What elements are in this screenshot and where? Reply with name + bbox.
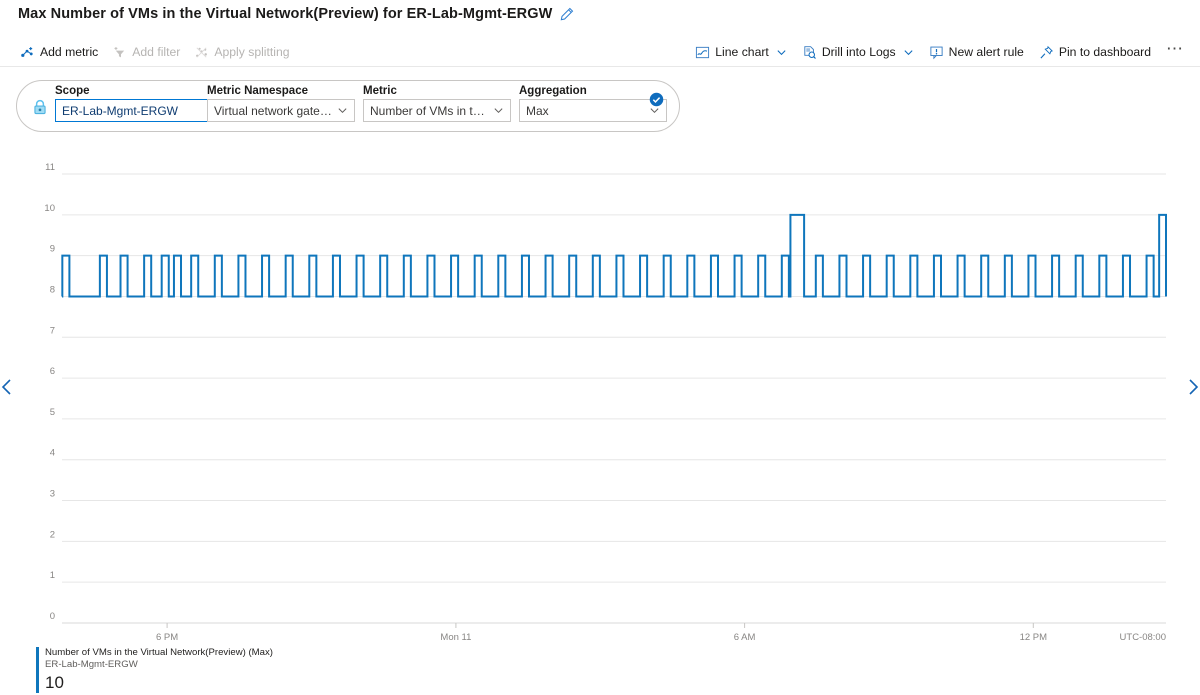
lock-icon <box>31 98 49 116</box>
pin-to-dashboard-label: Pin to dashboard <box>1059 45 1151 59</box>
line-chart-button[interactable]: Line chart <box>695 40 787 64</box>
x-axis-tick-label: 6 PM <box>156 632 178 643</box>
y-axis-tick-label: 8 <box>50 284 55 295</box>
y-axis-tick-label: 2 <box>50 529 55 540</box>
y-axis-tick-label: 0 <box>50 611 55 622</box>
line-chart-icon <box>695 45 710 60</box>
y-axis-tick-label: 10 <box>44 203 55 214</box>
scope-field: Scope ER-Lab-Mgmt-ERGW <box>55 85 211 122</box>
timezone-label: UTC-08:00 <box>1120 632 1166 643</box>
pin-to-dashboard-button[interactable]: Pin to dashboard <box>1039 40 1151 64</box>
pencil-icon[interactable] <box>559 7 574 22</box>
apply-splitting-label: Apply splitting <box>214 45 289 59</box>
chevron-down-icon <box>776 47 787 58</box>
aggregation-label: Aggregation <box>519 85 667 97</box>
metrics-chart[interactable]: 0 1 2 3 4 5 6 7 8 9 10 11 6 PM Mon 11 6 AM 12 PM UTC-08:… <box>0 150 1200 650</box>
y-axis-tick-label: 5 <box>50 407 55 418</box>
metric-select[interactable]: Number of VMs in the ... <box>363 99 511 122</box>
drill-into-logs-icon <box>802 45 817 60</box>
add-filter-button[interactable]: Add filter <box>112 40 180 64</box>
y-axis-tick-label: 11 <box>45 162 55 173</box>
chart-toolbar: Add metric Add filter Apply sp <box>0 38 1200 67</box>
new-alert-rule-button[interactable]: New alert rule <box>929 40 1024 64</box>
apply-splitting-icon <box>194 45 209 60</box>
add-filter-label: Add filter <box>132 45 180 59</box>
y-axis-tick-label: 3 <box>50 489 55 500</box>
line-chart-label: Line chart <box>715 45 769 59</box>
more-options-button[interactable]: ⋯ <box>1166 44 1184 60</box>
toolbar-right-group: Line chart Drill into Logs <box>695 40 1200 64</box>
add-filter-icon <box>112 45 127 60</box>
x-axis-tick-label: Mon 11 <box>440 632 471 643</box>
metric-namespace-field: Metric Namespace Virtual network gatewa.… <box>207 85 355 122</box>
drill-into-logs-label: Drill into Logs <box>822 45 896 59</box>
metric-value: Number of VMs in the ... <box>370 104 489 118</box>
metric-label: Metric <box>363 85 511 97</box>
new-alert-rule-label: New alert rule <box>949 45 1024 59</box>
chevron-down-icon <box>493 105 504 116</box>
y-axis-tick-label: 1 <box>50 570 55 581</box>
confirm-check-icon[interactable] <box>649 92 664 107</box>
chart-plot-area[interactable]: 0 1 2 3 4 5 6 7 8 9 10 11 6 PM Mon 11 6 AM 12 PM UTC-08:… <box>0 150 1200 650</box>
aggregation-select[interactable]: Max <box>519 99 667 122</box>
toolbar-left-group: Add metric Add filter Apply sp <box>0 40 290 64</box>
legend-current-value: 10 <box>45 672 273 693</box>
metric-namespace-value: Virtual network gatewa... <box>214 104 333 118</box>
chevron-down-icon <box>903 47 914 58</box>
aggregation-field: Aggregation Max <box>519 85 667 122</box>
new-alert-rule-icon <box>929 45 944 60</box>
legend-resource-name: ER-Lab-Mgmt-ERGW <box>45 659 273 671</box>
add-metric-label: Add metric <box>40 45 98 59</box>
pin-icon <box>1039 45 1054 60</box>
drill-into-logs-button[interactable]: Drill into Logs <box>802 40 914 64</box>
legend-series-name: Number of VMs in the Virtual Network(Pre… <box>45 647 273 659</box>
metric-namespace-select[interactable]: Virtual network gatewa... <box>207 99 355 122</box>
y-axis-tick-label: 7 <box>50 325 55 336</box>
chevron-down-icon <box>337 105 348 116</box>
add-metric-icon <box>20 45 35 60</box>
y-axis-tick-label: 6 <box>50 366 55 377</box>
y-axis-tick-label: 9 <box>50 244 55 255</box>
metric-field: Metric Number of VMs in the ... <box>363 85 511 122</box>
legend-text: Number of VMs in the Virtual Network(Pre… <box>45 647 273 693</box>
metric-selector-pill: Scope ER-Lab-Mgmt-ERGW Metric Namespace … <box>16 80 680 132</box>
aggregation-value: Max <box>526 104 645 118</box>
page-title-row: Max Number of VMs in the Virtual Network… <box>18 6 574 22</box>
x-axis-tick-label: 12 PM <box>1020 632 1048 643</box>
chart-legend[interactable]: Number of VMs in the Virtual Network(Pre… <box>36 647 273 693</box>
add-metric-button[interactable]: Add metric <box>20 40 98 64</box>
metrics-page: Max Number of VMs in the Virtual Network… <box>0 0 1200 695</box>
legend-color-swatch <box>36 647 39 693</box>
scope-label: Scope <box>55 85 211 97</box>
metric-namespace-label: Metric Namespace <box>207 85 355 97</box>
apply-splitting-button[interactable]: Apply splitting <box>194 40 289 64</box>
x-axis-tick-label: 6 AM <box>734 632 756 643</box>
scope-input[interactable]: ER-Lab-Mgmt-ERGW <box>55 99 211 122</box>
page-title: Max Number of VMs in the Virtual Network… <box>18 6 552 22</box>
scope-value: ER-Lab-Mgmt-ERGW <box>62 104 204 118</box>
y-axis-tick-label: 4 <box>50 448 55 459</box>
